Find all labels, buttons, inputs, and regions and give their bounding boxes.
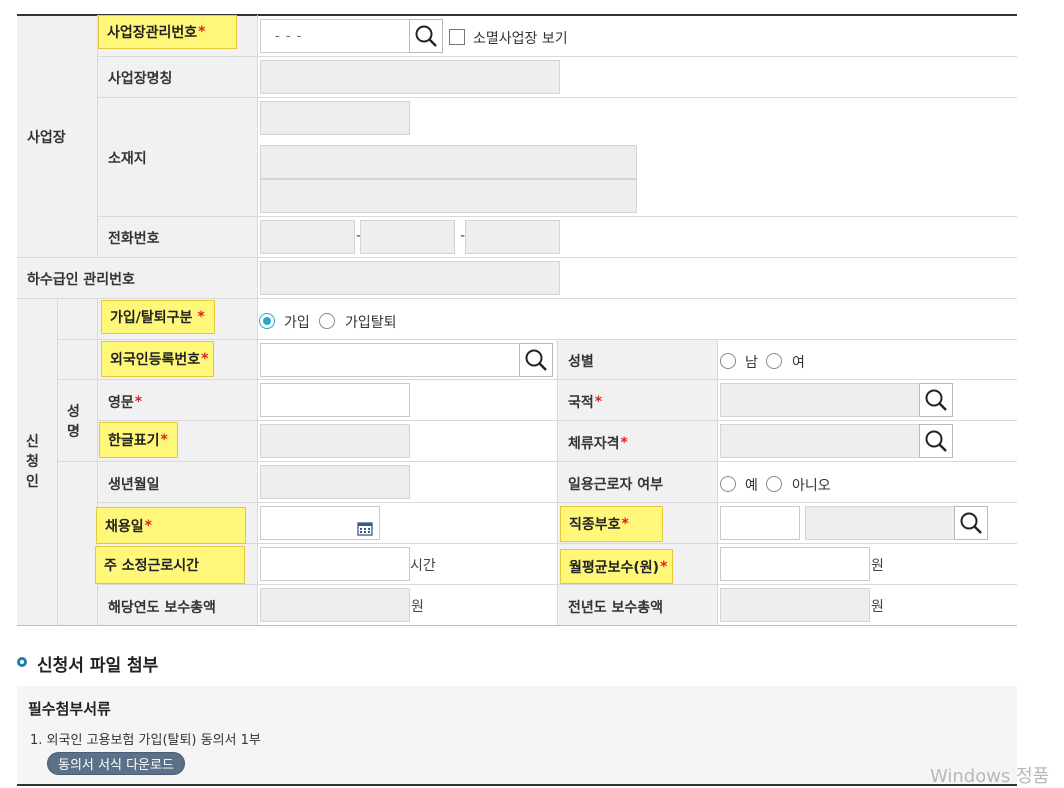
gender-male-radio[interactable] [720, 353, 736, 369]
show-closed-label: 소멸사업장 보기 [473, 31, 568, 47]
prev-year-total-field [720, 588, 870, 622]
workplace-mgmt-no-input[interactable]: - - - [260, 19, 410, 53]
join-radio[interactable] [259, 313, 275, 329]
required-docs-title: 필수첨부서류 [28, 700, 111, 718]
nationality-search-button[interactable] [919, 383, 953, 417]
visa-field [720, 424, 920, 458]
workplace-name-field [260, 60, 560, 94]
won-unit: 원 [871, 599, 884, 615]
attachment-bottom-border [17, 784, 1017, 786]
search-icon [925, 389, 947, 411]
foreigner-no-label: 외국인등록번호 * [101, 341, 214, 377]
leave-radio-label: 가입탈퇴 [345, 315, 397, 331]
phone-label: 전화번호 [108, 231, 160, 247]
nationality-field [720, 383, 920, 417]
workplace-section-label: 사업장 [27, 130, 66, 146]
workplace-name-label: 사업장명칭 [108, 71, 173, 87]
monthly-pay-input[interactable] [720, 547, 870, 581]
year-total-field [260, 588, 410, 622]
won-unit: 원 [871, 558, 884, 574]
job-name-field [805, 506, 955, 540]
foreigner-no-input[interactable] [260, 343, 520, 377]
daily-worker-label: 일용근로자 여부 [568, 477, 664, 493]
attachment-section-title: 신청서 파일 첨부 [37, 656, 159, 676]
birth-label: 생년월일 [108, 477, 160, 493]
phone-last-field [465, 220, 560, 254]
windows-watermark: Windows 정품 [930, 766, 1050, 787]
weekly-hours-input[interactable] [260, 547, 410, 581]
gender-label: 성별 [568, 354, 594, 370]
year-total-label: 해당연도 보수총액 [108, 600, 216, 616]
show-closed-checkbox[interactable] [449, 29, 465, 45]
address-line2-field [260, 179, 637, 213]
search-icon [415, 25, 437, 47]
phone-mid-field [360, 220, 455, 254]
name-group-label: 성 명 [67, 404, 80, 440]
calendar-icon[interactable] [357, 520, 373, 536]
birth-field [260, 465, 410, 499]
applicant-section-label: 신 청 인 [26, 434, 39, 490]
hire-date-label: 채용일 * [96, 507, 246, 544]
join-radio-label: 가입 [284, 315, 310, 331]
daily-no-label: 아니오 [792, 478, 831, 494]
bullet-icon [17, 657, 27, 667]
foreigner-search-button[interactable] [519, 343, 553, 377]
daily-no-radio[interactable] [766, 476, 782, 492]
required-doc-item: 1. 외국인 고용보험 가입(탈퇴) 동의서 1부 [30, 733, 261, 748]
postcode-field [260, 101, 410, 135]
daily-yes-radio[interactable] [720, 476, 736, 492]
monthly-pay-label: 월평균보수(원) * [560, 549, 673, 584]
workplace-search-button[interactable] [409, 19, 443, 53]
gender-female-label: 여 [792, 355, 805, 371]
phone-area-field [260, 220, 355, 254]
job-search-button[interactable] [954, 506, 988, 540]
nationality-label: 국적 * [568, 394, 603, 411]
visa-search-button[interactable] [919, 424, 953, 458]
search-icon [960, 512, 982, 534]
daily-yes-label: 예 [745, 478, 758, 494]
job-code-label: 직종부호 * [560, 506, 663, 542]
korean-name-label: 한글표기 * [99, 422, 178, 458]
join-type-label: 가입/탈퇴구분 * [101, 300, 215, 334]
table-bottom-border [17, 625, 1017, 626]
address-line1-field [260, 145, 637, 179]
hours-unit: 시간 [410, 558, 436, 574]
job-code-input[interactable] [720, 506, 800, 540]
weekly-hours-label: 주 소정근로시간 [95, 546, 245, 584]
search-icon [525, 349, 547, 371]
search-icon [925, 430, 947, 452]
workplace-mgmt-no-label: 사업장관리번호 * [98, 15, 237, 49]
prev-year-total-label: 전년도 보수총액 [568, 600, 664, 616]
gender-male-label: 남 [745, 355, 758, 371]
english-name-input[interactable] [260, 383, 410, 417]
gender-female-radio[interactable] [766, 353, 782, 369]
english-name-label: 영문 * [108, 394, 143, 411]
subcontractor-field [260, 261, 560, 295]
download-form-button[interactable]: 동의서 서식 다운로드 [47, 752, 185, 775]
korean-name-field [260, 424, 410, 458]
address-label: 소재지 [108, 151, 147, 167]
won-unit: 원 [411, 599, 424, 615]
subcontractor-label: 하수급인 관리번호 [27, 272, 135, 288]
leave-radio[interactable] [319, 313, 335, 329]
visa-label: 체류자격 * [568, 435, 628, 452]
